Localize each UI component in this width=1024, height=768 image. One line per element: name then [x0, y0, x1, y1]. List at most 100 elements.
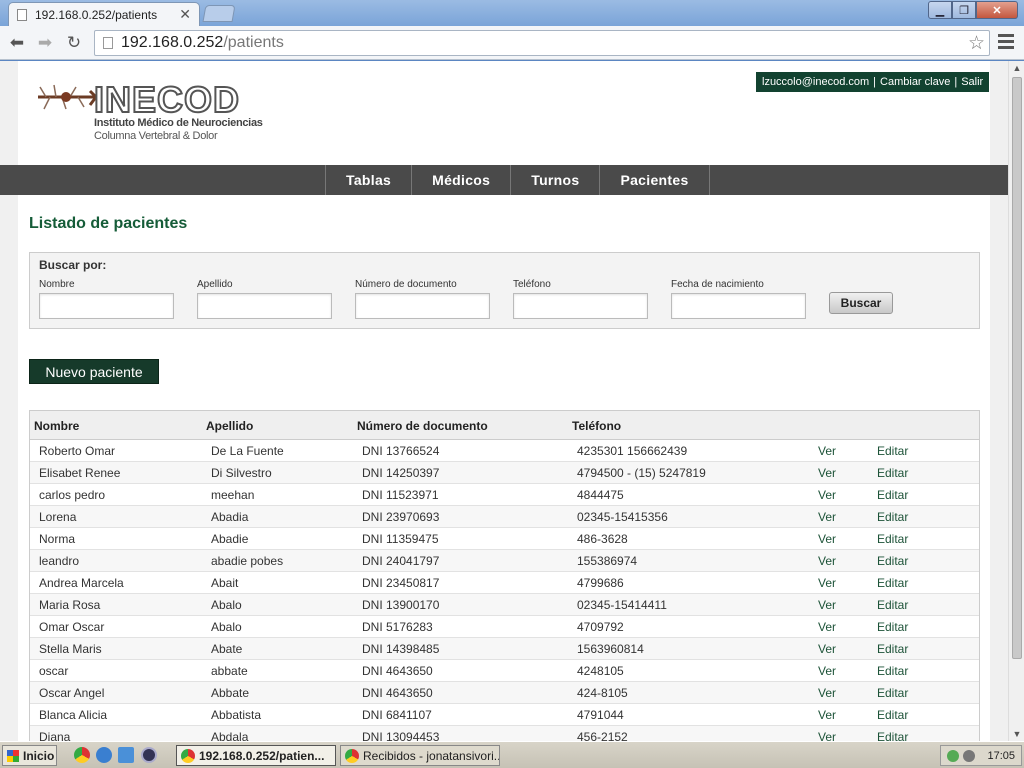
task-label: Recibidos - jonatansivori... [363, 748, 500, 763]
reload-icon[interactable]: ↻ [63, 32, 85, 54]
address-bar[interactable]: 192.168.0.252/patients ☆ [94, 30, 990, 56]
change-password-link[interactable]: Cambiar clave [880, 76, 950, 88]
edit-patient-link[interactable]: Editar [877, 444, 908, 458]
view-patient-link[interactable]: Ver [818, 488, 836, 502]
view-patient-link[interactable]: Ver [818, 708, 836, 722]
bookmark-star-icon[interactable]: ☆ [968, 32, 985, 55]
minimize-button[interactable]: ▁ [928, 1, 952, 19]
cell-documento: DNI 13094453 [362, 730, 440, 741]
view-patient-link[interactable]: Ver [818, 620, 836, 634]
page-margin-left [0, 61, 18, 741]
cell-documento: DNI 11523971 [362, 488, 439, 502]
edit-patient-link[interactable]: Editar [877, 598, 908, 612]
search-heading: Buscar por: [39, 258, 107, 272]
clock: 17:05 [987, 749, 1015, 762]
cell-nombre: carlos pedro [39, 488, 106, 502]
edit-patient-link[interactable]: Editar [877, 554, 908, 568]
back-arrow-icon[interactable]: ⬅ [6, 32, 28, 54]
view-patient-link[interactable]: Ver [818, 554, 836, 568]
edit-patient-link[interactable]: Editar [877, 488, 908, 502]
page-scrollbar[interactable]: ▲ ▼ [1008, 61, 1024, 741]
chrome-icon [181, 748, 195, 763]
view-patient-link[interactable]: Ver [818, 686, 836, 700]
edit-patient-link[interactable]: Editar [877, 510, 908, 524]
fecha-nacimiento-input[interactable] [671, 293, 806, 319]
edit-patient-link[interactable]: Editar [877, 576, 908, 590]
cell-telefono: 456-2152 [577, 730, 628, 741]
table-row: Oscar Angel Abbate DNI 4643650 424-8105 Ver E… [30, 682, 979, 704]
chrome-icon [345, 748, 359, 763]
cell-apellido: Abate [211, 642, 243, 656]
table-row: Blanca Alicia Abbatista DNI 6841107 4791044… [30, 704, 979, 726]
nombre-input[interactable] [39, 293, 174, 319]
view-patient-link[interactable]: Ver [818, 444, 836, 458]
maximize-button[interactable]: ❐ [952, 1, 976, 19]
nav-item-turnos[interactable]: Turnos [511, 165, 601, 195]
cell-apellido: abadie pobes [211, 554, 284, 568]
url-path: /patients [223, 34, 284, 51]
edit-patient-link[interactable]: Editar [877, 686, 908, 700]
edit-patient-link[interactable]: Editar [877, 532, 908, 546]
tray-network-icon[interactable] [963, 749, 976, 762]
telefono-input[interactable] [513, 293, 648, 319]
logout-link[interactable]: Salir [961, 76, 983, 88]
taskbar-item-chrome-patients[interactable]: 192.168.0.252/patien... [176, 745, 336, 766]
close-window-button[interactable]: ✕ [976, 1, 1018, 19]
scroll-thumb[interactable] [1012, 77, 1022, 659]
column-header-telefono: Teléfono [572, 419, 622, 433]
scroll-up-icon[interactable]: ▲ [1009, 61, 1024, 75]
view-patient-link[interactable]: Ver [818, 510, 836, 524]
scroll-down-icon[interactable]: ▼ [1009, 727, 1024, 741]
new-tab-button[interactable] [202, 5, 236, 22]
view-patient-link[interactable]: Ver [818, 730, 836, 741]
edit-patient-link[interactable]: Editar [877, 466, 908, 480]
new-patient-button[interactable]: Nuevo paciente [29, 359, 159, 384]
view-patient-link[interactable]: Ver [818, 466, 836, 480]
apellido-input[interactable] [197, 293, 332, 319]
desktop-quicklaunch-icon[interactable] [118, 747, 134, 763]
ie-quicklaunch-icon[interactable] [96, 747, 112, 763]
forward-arrow-icon[interactable]: ➡ [34, 32, 56, 54]
start-button[interactable]: Inicio [2, 745, 57, 766]
cell-telefono: 155386974 [577, 554, 638, 568]
cell-telefono: 4799686 [577, 576, 624, 590]
cell-nombre: Blanca Alicia [39, 708, 108, 722]
cell-nombre: Elisabet Renee [39, 466, 121, 480]
edit-patient-link[interactable]: Editar [877, 664, 908, 678]
user-menu: lzuccolo@inecod.com | Cambiar clave | Sa… [756, 72, 990, 92]
nav-item-medicos[interactable]: Médicos [412, 165, 512, 195]
view-patient-link[interactable]: Ver [818, 664, 836, 678]
browser-tab[interactable]: 192.168.0.252/patients ✕ [8, 2, 200, 26]
taskbar-item-chrome-inbox[interactable]: Recibidos - jonatansivori... [340, 745, 500, 766]
nav-item-tablas[interactable]: Tablas [326, 165, 413, 195]
cell-nombre: Norma [39, 532, 76, 546]
cell-apellido: Abbatista [211, 708, 262, 722]
cell-apellido: Abadie [211, 532, 249, 546]
chrome-quicklaunch-icon[interactable] [74, 747, 90, 763]
edit-patient-link[interactable]: Editar [877, 708, 908, 722]
view-patient-link[interactable]: Ver [818, 642, 836, 656]
user-email-link[interactable]: lzuccolo@inecod.com [762, 76, 869, 88]
brand-name: INECOD [93, 78, 241, 121]
table-row: Stella Maris Abate DNI 14398485 1563960814 V… [30, 638, 979, 660]
view-patient-link[interactable]: Ver [818, 532, 836, 546]
page-title: Listado de pacientes [29, 215, 188, 232]
media-player-quicklaunch-icon[interactable] [141, 747, 157, 763]
field-label: Fecha de nacimiento [671, 279, 764, 290]
tab-close-icon[interactable]: ✕ [179, 6, 191, 23]
menu-icon[interactable] [998, 34, 1014, 50]
tray-app-icon[interactable] [947, 749, 960, 762]
view-patient-link[interactable]: Ver [818, 576, 836, 590]
cell-nombre: Lorena [39, 510, 77, 524]
search-field-telefono: Teléfono [513, 279, 648, 319]
documento-input[interactable] [355, 293, 490, 319]
edit-patient-link[interactable]: Editar [877, 620, 908, 634]
edit-patient-link[interactable]: Editar [877, 642, 908, 656]
view-patient-link[interactable]: Ver [818, 598, 836, 612]
edit-patient-link[interactable]: Editar [877, 730, 908, 741]
nav-item-pacientes[interactable]: Pacientes [600, 165, 710, 195]
search-field-apellido: Apellido [197, 279, 332, 319]
search-button[interactable]: Buscar [829, 292, 893, 314]
inecod-logo[interactable]: INECOD Instituto Médico de Neurociencias… [36, 78, 263, 142]
task-label: 192.168.0.252/patien... [199, 748, 325, 763]
